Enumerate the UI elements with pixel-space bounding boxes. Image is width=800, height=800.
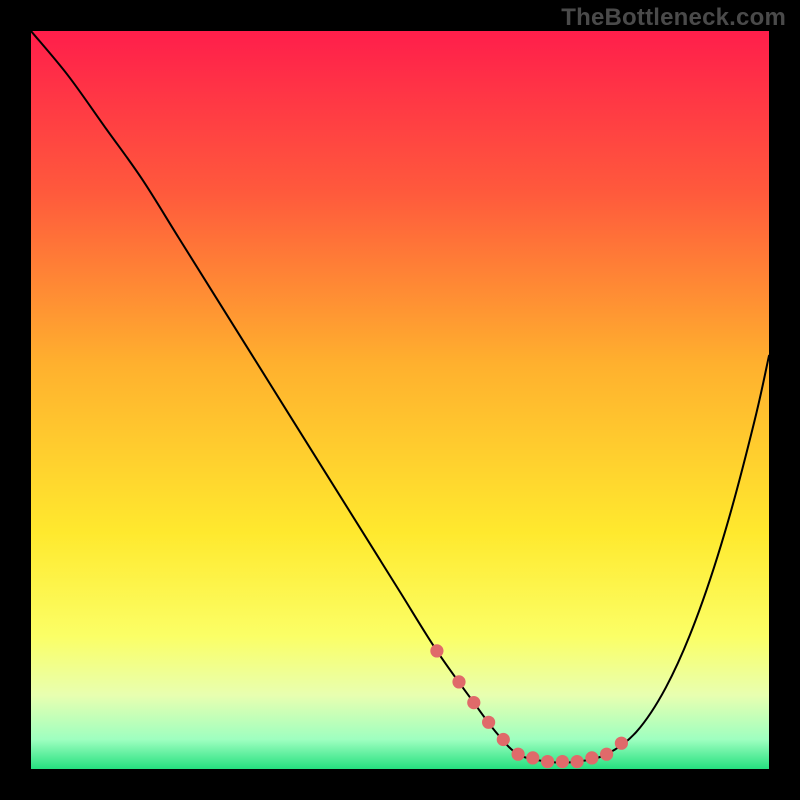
gradient-panel — [31, 31, 769, 769]
curve-marker — [497, 733, 510, 746]
curve-marker — [541, 755, 554, 768]
curve-marker — [615, 737, 628, 750]
curve-marker — [526, 751, 539, 764]
curve-marker — [585, 751, 598, 764]
bottleneck-chart — [0, 0, 800, 800]
curve-marker — [482, 716, 495, 729]
curve-marker — [600, 748, 613, 761]
watermark-text: TheBottleneck.com — [561, 4, 786, 32]
curve-marker — [452, 675, 465, 688]
curve-marker — [430, 644, 443, 657]
curve-marker — [571, 755, 584, 768]
curve-marker — [556, 755, 569, 768]
chart-stage: TheBottleneck.com — [0, 0, 800, 800]
curve-marker — [511, 748, 524, 761]
curve-marker — [467, 696, 480, 709]
